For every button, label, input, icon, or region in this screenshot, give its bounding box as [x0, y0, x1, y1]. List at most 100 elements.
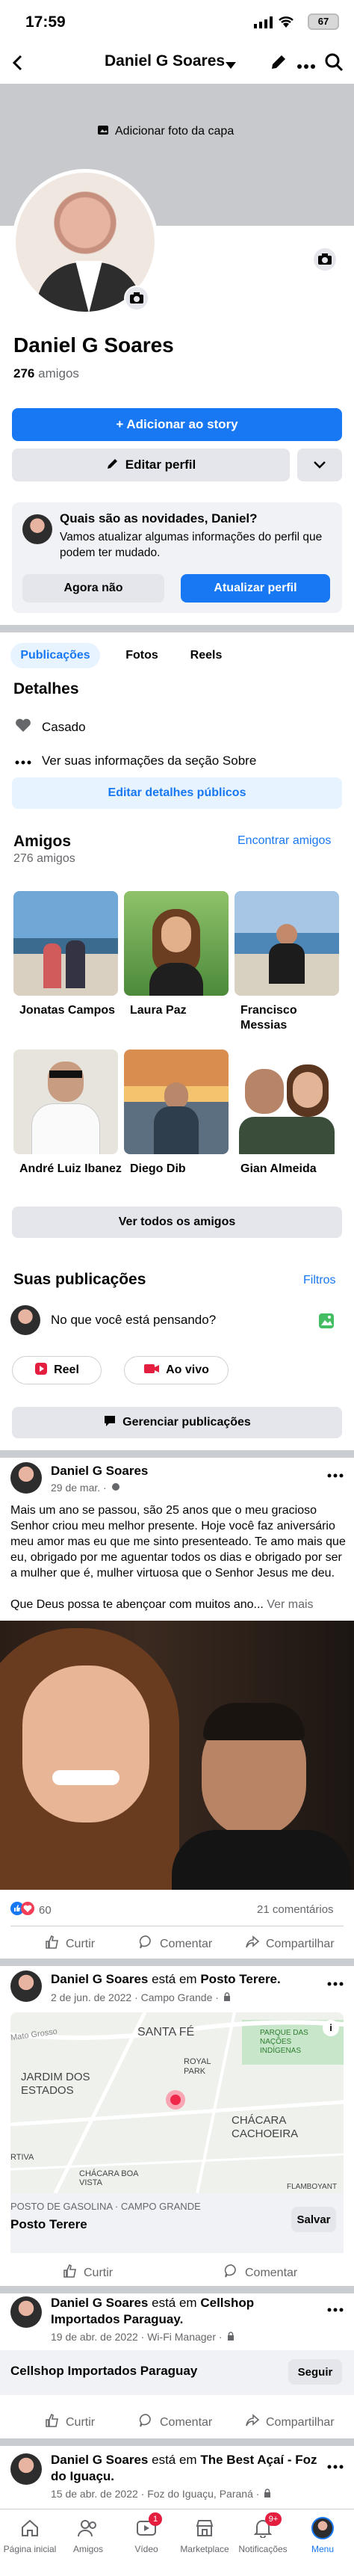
like-button[interactable]: Curtir: [45, 1935, 95, 1953]
post-more-icon[interactable]: [327, 2302, 344, 2316]
friend-name[interactable]: Diego Dib: [130, 1162, 235, 1177]
post-author[interactable]: Daniel G Soares: [51, 2453, 148, 2467]
friend-photo[interactable]: [13, 891, 118, 996]
share-button[interactable]: Compartilhar: [245, 2413, 335, 2432]
nav-menu[interactable]: Menu: [293, 2517, 353, 2554]
info-icon[interactable]: i: [323, 2020, 339, 2036]
photo-icon[interactable]: [318, 1313, 335, 1333]
edit-pencil-icon[interactable]: [269, 52, 288, 76]
comment-button[interactable]: Comentar: [224, 2264, 297, 2282]
tab-reels[interactable]: Reels: [176, 643, 236, 668]
share-icon: [245, 1935, 260, 1953]
like-button[interactable]: Curtir: [45, 2413, 95, 2432]
tab-posts[interactable]: Publicações: [10, 643, 100, 668]
post-date[interactable]: 29 de mar. ·: [51, 1482, 107, 1494]
tab-photos[interactable]: Fotos: [112, 643, 172, 668]
lock-icon: [227, 2331, 235, 2343]
friend-photo[interactable]: [13, 1050, 118, 1154]
friend-photo[interactable]: [124, 891, 229, 996]
post-author[interactable]: Daniel G Soares: [51, 1464, 148, 1479]
comments-count[interactable]: 21 comentários: [257, 1903, 334, 1916]
save-place-button[interactable]: Salvar: [291, 2207, 336, 2232]
edit-profile-button[interactable]: Editar perfil: [12, 449, 290, 481]
nav-friends[interactable]: Amigos: [58, 2517, 118, 2554]
nav-home[interactable]: Página inicial: [0, 2517, 60, 2554]
composer-input[interactable]: No que você está pensando?: [51, 1313, 216, 1328]
post-header: Daniel G Soares está em The Best Açaí - …: [51, 2452, 320, 2485]
follow-place-button[interactable]: Seguir: [288, 2359, 342, 2385]
nav-label: Página inicial: [3, 2544, 57, 2554]
post-avatar[interactable]: [10, 2453, 42, 2485]
search-icon[interactable]: [324, 52, 344, 76]
friends-count-number: 276: [13, 366, 35, 380]
chevron-down-icon[interactable]: [226, 60, 236, 73]
add-cover-photo-button[interactable]: Adicionar foto da capa: [97, 123, 261, 141]
post-date[interactable]: 2 de jun. de 2022 · Campo Grande ·: [51, 1991, 219, 2003]
post-photo[interactable]: [0, 1621, 354, 1890]
comment-button[interactable]: Comentar: [139, 1935, 212, 1953]
post-avatar[interactable]: [10, 1462, 42, 1494]
post-more-icon[interactable]: [327, 1468, 344, 1482]
map-label: FLAMBOYANT: [287, 2183, 338, 2191]
post-avatar[interactable]: [10, 2296, 42, 2328]
friends-count-label: amigos: [38, 366, 79, 380]
comment-label: Comentar: [245, 2266, 298, 2279]
reactions-summary[interactable]: 60: [10, 1902, 52, 1918]
not-now-button[interactable]: Agora não: [22, 574, 164, 603]
post-place[interactable]: Posto Terere.: [200, 1972, 280, 1986]
section-divider: [0, 2438, 354, 2446]
post-author[interactable]: Daniel G Soares: [51, 1972, 148, 1986]
friend-name[interactable]: Gian Almeida: [240, 1162, 345, 1177]
post-avatar[interactable]: [10, 1970, 42, 2002]
add-to-story-button[interactable]: + Adicionar ao story: [12, 408, 342, 441]
see-all-friends-button[interactable]: Ver todos os amigos: [12, 1207, 342, 1238]
nav-video[interactable]: 1 Vídeo: [117, 2512, 176, 2554]
filters-link[interactable]: Filtros: [303, 1274, 336, 1287]
update-profile-card: Quais são as novidades, Daniel? Vamos at…: [12, 502, 342, 613]
post-date[interactable]: 19 de abr. de 2022 · Wi-Fi Manager ·: [51, 2331, 223, 2343]
like-label: Curtir: [66, 1937, 96, 1950]
manage-posts-button[interactable]: Gerenciar publicações: [12, 1407, 342, 1438]
post-meta: 19 de abr. de 2022 · Wi-Fi Manager ·: [51, 2331, 235, 2343]
friend-name[interactable]: André Luiz Ibanez: [19, 1162, 124, 1177]
map-preview[interactable]: Mato Grosso SANTA FÉ PARQUE DAS NAÇÕES I…: [10, 2012, 344, 2193]
post-date[interactable]: 15 de abr. de 2022 · Foz do Iguaçu, Para…: [51, 2488, 259, 2500]
about-row[interactable]: Ver suas informações da seção Sobre: [15, 754, 256, 768]
friend-photo[interactable]: [235, 1050, 339, 1154]
friend-name[interactable]: Jonatas Campos: [19, 1003, 124, 1018]
avatar-camera-icon[interactable]: [124, 286, 149, 311]
place-card[interactable]: Cellshop Importados Paraguay Seguir: [0, 2350, 354, 2395]
cover-camera-icon[interactable]: [312, 247, 338, 272]
post-header: Daniel G Soares está em Posto Terere.: [51, 1972, 320, 1987]
friends-count[interactable]: 276 amigos: [13, 366, 79, 381]
post-author[interactable]: Daniel G Soares: [51, 2296, 148, 2310]
back-icon[interactable]: [10, 54, 24, 76]
more-icon[interactable]: [297, 60, 315, 73]
nav-title[interactable]: Daniel G Soares: [105, 52, 225, 70]
chat-bubble-icon: [103, 1414, 117, 1432]
reel-button[interactable]: Reel: [12, 1356, 102, 1384]
find-friends-link[interactable]: Encontrar amigos: [237, 834, 331, 848]
share-button[interactable]: Compartilhar: [245, 1935, 335, 1953]
post-more-icon[interactable]: [327, 2459, 344, 2473]
edit-public-details-button[interactable]: Editar detalhes públicos: [12, 777, 342, 809]
live-button[interactable]: Ao vivo: [124, 1356, 229, 1384]
see-more-link[interactable]: Ver mais: [267, 1598, 313, 1611]
friend-photo[interactable]: [124, 1050, 229, 1154]
nav-marketplace[interactable]: Marketplace: [175, 2517, 235, 2554]
share-label: Compartilhar: [266, 2415, 335, 2429]
friend-photo[interactable]: [235, 891, 339, 996]
like-button[interactable]: Curtir: [63, 2264, 113, 2282]
nav-notifications[interactable]: 9+ Notificações: [233, 2512, 293, 2554]
nav-label: Menu: [311, 2544, 335, 2554]
share-label: Compartilhar: [266, 1937, 335, 1950]
friend-name[interactable]: Laura Paz: [130, 1003, 235, 1018]
comment-button[interactable]: Comentar: [139, 2413, 212, 2432]
map-label: SANTA FÉ: [137, 2026, 195, 2039]
post-more-icon[interactable]: [327, 1976, 344, 1990]
friend-name[interactable]: Francisco Messias: [240, 1003, 345, 1033]
place-card[interactable]: POSTO DE GASOLINA · CAMPO GRANDE Posto T…: [10, 2193, 344, 2253]
update-profile-button[interactable]: Atualizar perfil: [181, 574, 330, 603]
more-options-button[interactable]: [297, 449, 342, 481]
edit-profile-label: Editar perfil: [125, 457, 196, 472]
